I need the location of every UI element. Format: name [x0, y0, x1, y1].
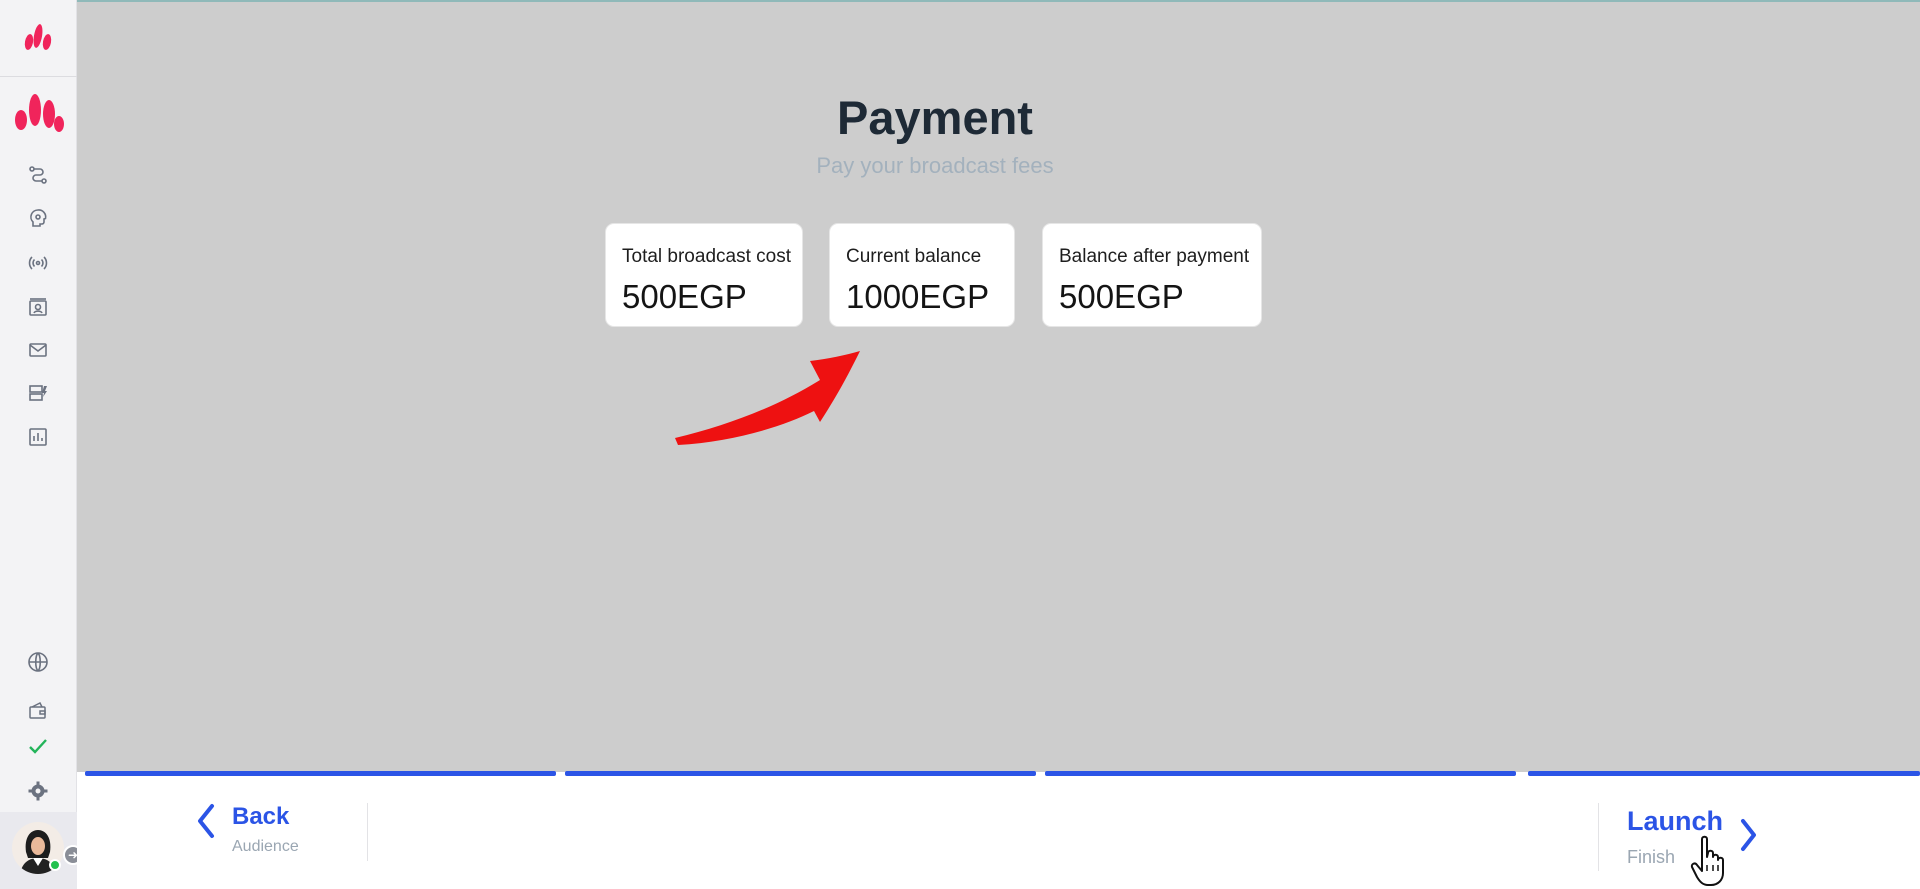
- total-cost-value: 500EGP: [622, 278, 747, 315]
- globe-icon[interactable]: [26, 650, 50, 674]
- contacts-icon[interactable]: [26, 295, 50, 319]
- check-icon[interactable]: [26, 734, 50, 758]
- current-balance-label: Current balance: [846, 246, 982, 267]
- total-cost-label: Total broadcast cost: [622, 246, 791, 267]
- current-balance-value: 1000EGP: [846, 278, 990, 315]
- current-balance-card: Current balance 1000EGP: [829, 223, 1015, 327]
- brand-logo-icon[interactable]: [20, 18, 56, 54]
- launch-sublabel: Finish: [1627, 847, 1676, 867]
- analytics-icon[interactable]: [26, 425, 50, 449]
- bot-settings-icon[interactable]: [26, 206, 50, 230]
- inbox-icon[interactable]: [26, 338, 50, 362]
- total-cost-card: Total broadcast cost 500EGP: [605, 223, 803, 327]
- sidebar: [0, 0, 77, 889]
- page-subtitle: Pay your broadcast fees: [816, 153, 1054, 178]
- payment-panel: Payment Pay your broadcast fees Total br…: [77, 0, 1920, 772]
- chevron-right-icon: [1741, 819, 1756, 851]
- back-sublabel: Audience: [232, 838, 299, 855]
- balance-after-value: 500EGP: [1059, 278, 1184, 315]
- footer-divider-left: [367, 803, 368, 861]
- annotation-arrow-icon: [675, 351, 860, 445]
- brand-logo-large-icon[interactable]: [9, 88, 65, 136]
- footer-divider-right: [1598, 803, 1599, 871]
- flow-icon[interactable]: [26, 163, 50, 187]
- back-label: Back: [232, 803, 290, 830]
- templates-icon[interactable]: [26, 381, 50, 405]
- balance-after-label: Balance after payment: [1059, 246, 1250, 267]
- page-title: Payment: [837, 91, 1033, 144]
- hand-cursor-icon: [1690, 835, 1724, 886]
- back-button[interactable]: Back Audience: [192, 800, 342, 860]
- chevron-left-icon: [198, 804, 214, 838]
- launch-label: Launch: [1627, 806, 1724, 836]
- sidebar-divider: [0, 76, 77, 77]
- online-status-indicator: [49, 859, 61, 871]
- settings-icon[interactable]: [26, 779, 50, 803]
- broadcast-icon[interactable]: [26, 251, 50, 275]
- wallet-icon[interactable]: [26, 699, 50, 723]
- balance-after-card: Balance after payment 500EGP: [1042, 223, 1262, 327]
